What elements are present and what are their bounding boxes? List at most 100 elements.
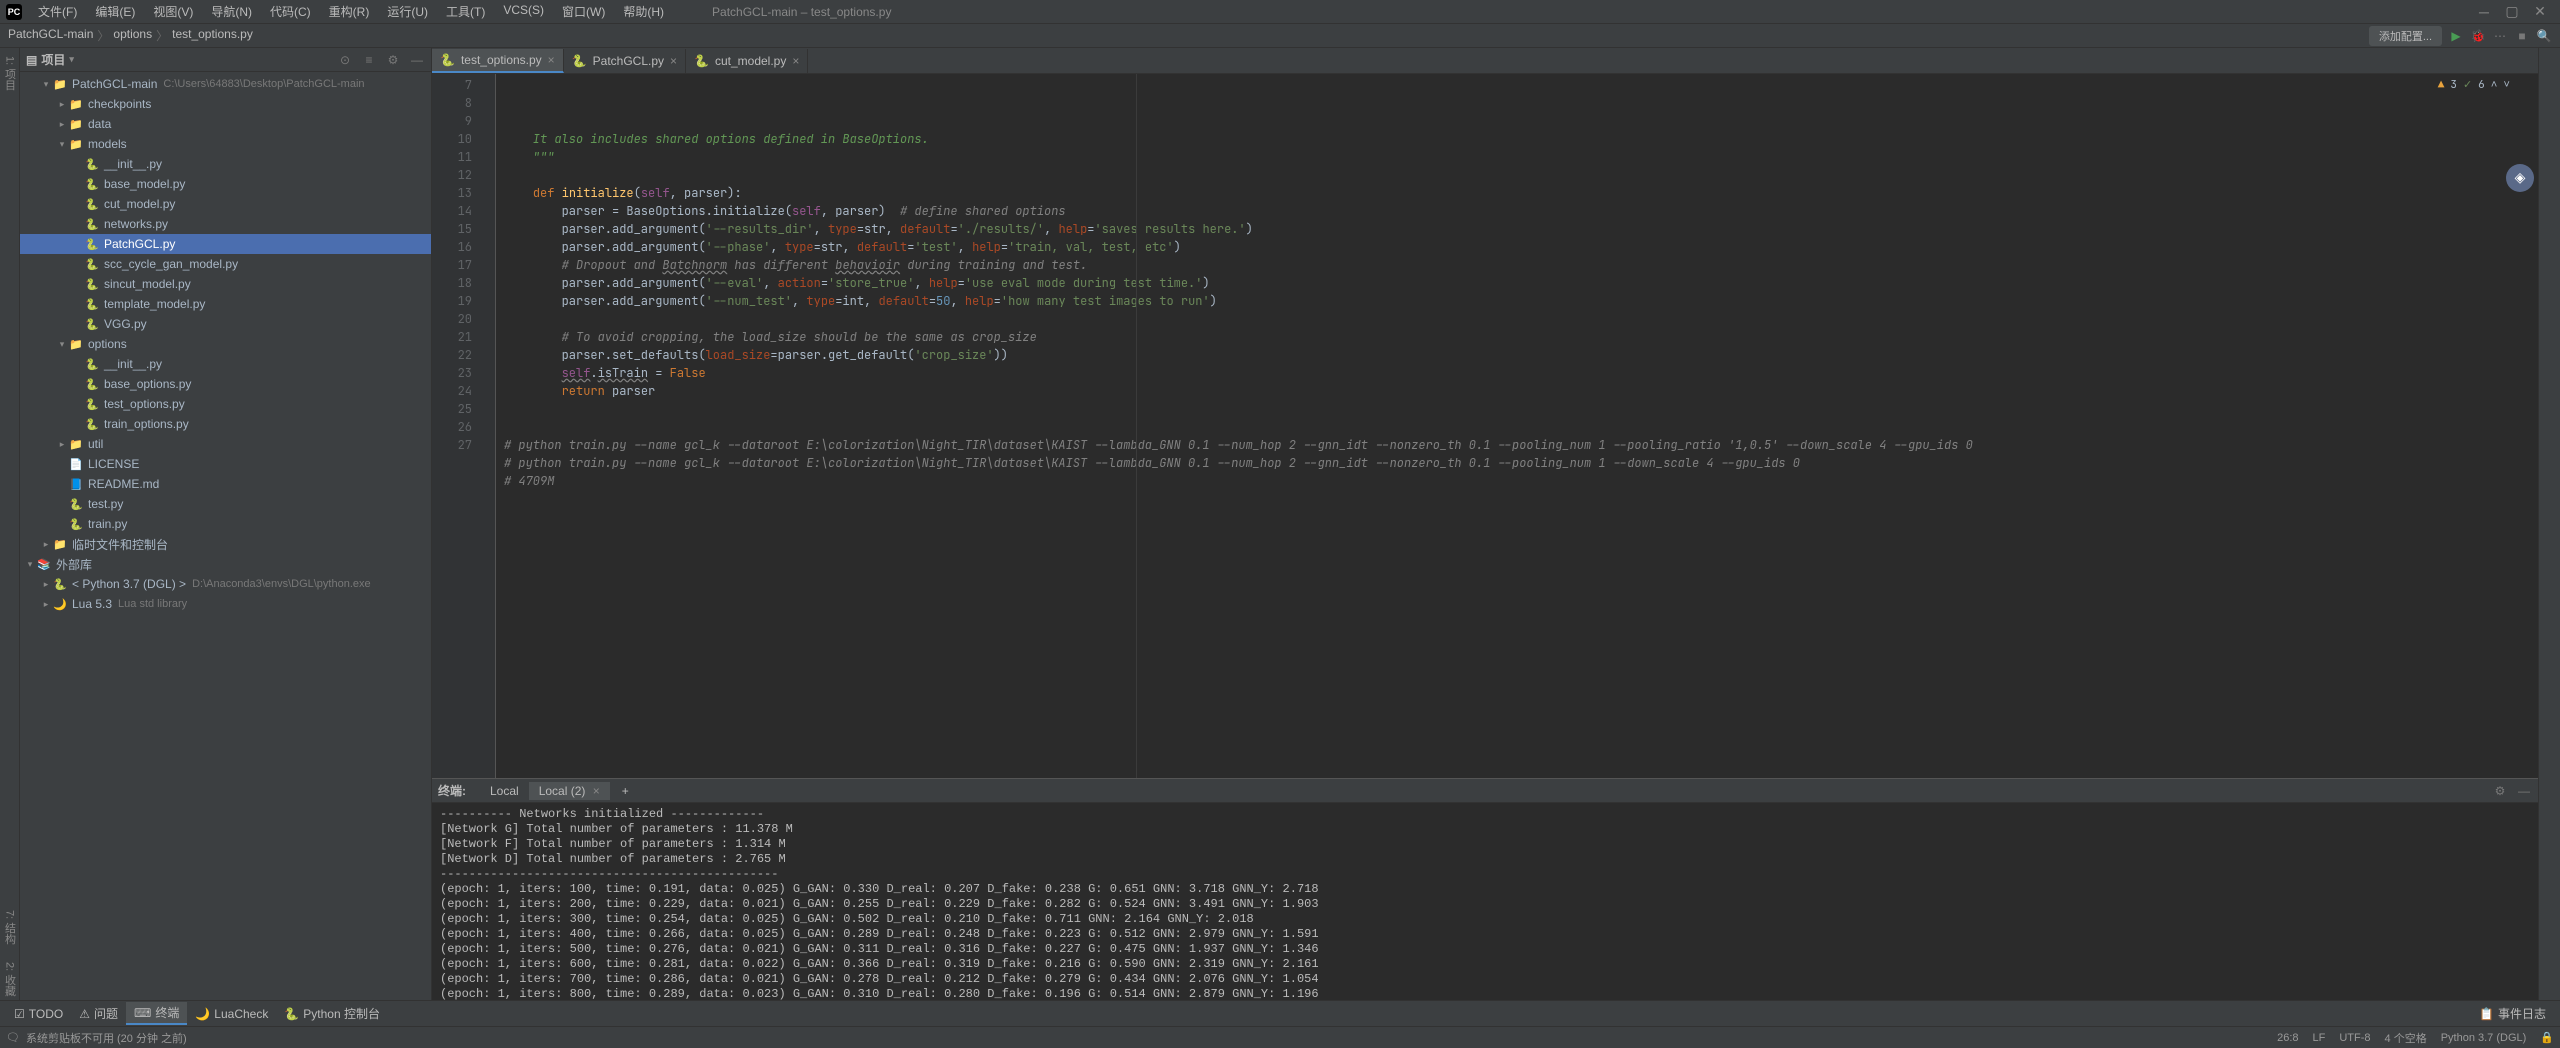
hide-panel-icon[interactable]: — [409,52,425,68]
tool-window-button[interactable]: ⚠问题 [71,1002,126,1025]
caret-position[interactable]: 26:8 [2277,1032,2298,1044]
minimize-button[interactable]: ─ [2478,6,2490,18]
tree-item[interactable]: ▸🐍< Python 3.7 (DGL) >D:\Anaconda3\envs\… [20,574,431,594]
tree-item[interactable]: ▾📁PatchGCL-mainC:\Users\64883\Desktop\Pa… [20,74,431,94]
stop-icon[interactable]: ■ [2514,28,2530,44]
menu-item[interactable]: 导航(N) [203,1,260,22]
tree-arrow-icon[interactable]: ▸ [40,539,52,550]
tree-item[interactable]: ▸📁checkpoints [20,94,431,114]
tree-item[interactable]: 🐍train_options.py [20,414,431,434]
breadcrumb-segment[interactable]: PatchGCL-main [8,27,93,44]
tree-arrow-icon[interactable]: ▸ [56,99,68,110]
search-everywhere-icon[interactable]: 🔍 [2536,28,2552,44]
readonly-lock-icon[interactable]: 🔒 [2540,1031,2554,1044]
tree-item[interactable]: ▾📚外部库 [20,554,431,574]
tree-item[interactable]: ▸📁util [20,434,431,454]
tree-item[interactable]: ▾📁models [20,134,431,154]
tree-item[interactable]: ▾📁options [20,334,431,354]
tree-arrow-icon[interactable]: ▾ [56,339,68,350]
menu-item[interactable]: 工具(T) [438,1,493,22]
tree-item[interactable]: 🐍cut_model.py [20,194,431,214]
close-button[interactable]: ✕ [2534,6,2546,18]
add-config-button[interactable]: 添加配置... [2369,26,2442,46]
tool-window-button[interactable]: ☑TODO [6,1002,71,1025]
tree-item[interactable]: 🐍base_model.py [20,174,431,194]
tree-arrow-icon[interactable]: ▾ [40,79,52,90]
select-opened-icon[interactable]: ⊙ [337,52,353,68]
file-encoding[interactable]: UTF-8 [2339,1032,2370,1044]
expand-all-icon[interactable]: ≡ [361,52,377,68]
breadcrumb-segment[interactable]: test_options.py [172,27,253,44]
run-icon[interactable]: ▶ [2448,28,2464,44]
tree-arrow-icon[interactable]: ▸ [40,579,52,590]
tree-item[interactable]: 🐍__init__.py [20,354,431,374]
tree-item[interactable]: 📄LICENSE [20,454,431,474]
tree-item[interactable]: 🐍__init__.py [20,154,431,174]
chevron-down-icon[interactable]: ˅ [2503,78,2510,92]
tree-item[interactable]: ▸📁data [20,114,431,134]
new-terminal-button[interactable]: + [614,784,637,798]
close-tab-icon[interactable]: × [792,54,799,68]
code-content[interactable]: It also includes shared options defined … [496,74,2538,778]
tree-item[interactable]: 🐍scc_cycle_gan_model.py [20,254,431,274]
terminal-settings-icon[interactable]: ⚙ [2492,783,2508,799]
indent-info[interactable]: 4 个空格 [2385,1030,2427,1046]
settings-icon[interactable]: ⚙ [385,52,401,68]
favorites-tool-button[interactable]: 2: 收藏 [2,958,18,1000]
tree-arrow-icon[interactable]: ▾ [56,139,68,150]
tree-item[interactable]: 🐍template_model.py [20,294,431,314]
editor-tab[interactable]: 🐍cut_model.py× [686,49,808,73]
tree-item[interactable]: 🐍PatchGCL.py [20,234,431,254]
close-tab-icon[interactable]: × [670,54,677,68]
line-separator[interactable]: LF [2313,1032,2326,1044]
inspection-widget[interactable]: ▲3 ✓6 ˄ ˅ [2438,78,2510,92]
fold-gutter[interactable] [480,74,496,778]
event-log-button[interactable]: 📋 事件日志 [2471,1003,2554,1024]
menu-item[interactable]: 视图(V) [145,1,201,22]
breadcrumb-segment[interactable]: options [113,27,152,44]
menu-item[interactable]: 重构(R) [321,1,378,22]
menu-item[interactable]: VCS(S) [495,1,552,22]
project-tool-button[interactable]: 1: 项目 [2,52,18,94]
tree-arrow-icon[interactable]: ▸ [40,599,52,610]
tree-item[interactable]: ▸📁临时文件和控制台 [20,534,431,554]
breadcrumb[interactable]: PatchGCL-main〉options〉test_options.py [8,27,253,44]
structure-tool-button[interactable]: 7: 结构 [2,906,18,948]
status-message[interactable]: 系统剪贴板不可用 (20 分钟 之前) [26,1030,187,1046]
terminal-tab[interactable]: Local [480,782,529,800]
tree-item[interactable]: 📘README.md [20,474,431,494]
terminal-output[interactable]: ---------- Networks initialized --------… [432,803,2538,1000]
editor-tab[interactable]: 🐍test_options.py× [432,49,564,73]
terminal-tab[interactable]: Local (2) × [529,782,610,800]
menu-item[interactable]: 窗口(W) [554,1,613,22]
tree-arrow-icon[interactable]: ▾ [24,559,36,570]
tool-window-button[interactable]: 🐍Python 控制台 [276,1002,388,1025]
close-tab-icon[interactable]: × [589,784,599,798]
tree-item[interactable]: 🐍base_options.py [20,374,431,394]
more-run-icon[interactable]: ⋯ [2492,28,2508,44]
tree-item[interactable]: 🐍train.py [20,514,431,534]
menu-item[interactable]: 帮助(H) [615,1,672,22]
project-tree[interactable]: ▾📁PatchGCL-mainC:\Users\64883\Desktop\Pa… [20,72,431,1000]
menu-item[interactable]: 文件(F) [30,1,85,22]
menu-item[interactable]: 运行(U) [379,1,436,22]
tool-window-button[interactable]: 🌙LuaCheck [187,1002,276,1025]
terminal-hide-icon[interactable]: — [2516,783,2532,799]
tree-item[interactable]: 🐍test.py [20,494,431,514]
interpreter-info[interactable]: Python 3.7 (DGL) [2441,1032,2527,1044]
tree-arrow-icon[interactable]: ▸ [56,439,68,450]
chevron-up-icon[interactable]: ˄ [2491,78,2498,92]
editor-body[interactable]: 789101112131415161718192021222324252627 … [432,74,2538,778]
debug-icon[interactable]: 🐞 [2470,28,2486,44]
editor-tab[interactable]: 🐍PatchGCL.py× [564,49,686,73]
close-tab-icon[interactable]: × [548,53,555,67]
tree-item[interactable]: 🐍test_options.py [20,394,431,414]
tree-item[interactable]: 🐍networks.py [20,214,431,234]
menu-item[interactable]: 编辑(E) [87,1,143,22]
tree-item[interactable]: ▸🌙Lua 5.3Lua std library [20,594,431,614]
maximize-button[interactable]: ▢ [2506,6,2518,18]
tree-item[interactable]: 🐍VGG.py [20,314,431,334]
tree-arrow-icon[interactable]: ▸ [56,119,68,130]
menu-item[interactable]: 代码(C) [262,1,319,22]
ai-assistant-icon[interactable]: ◈ [2506,164,2534,192]
